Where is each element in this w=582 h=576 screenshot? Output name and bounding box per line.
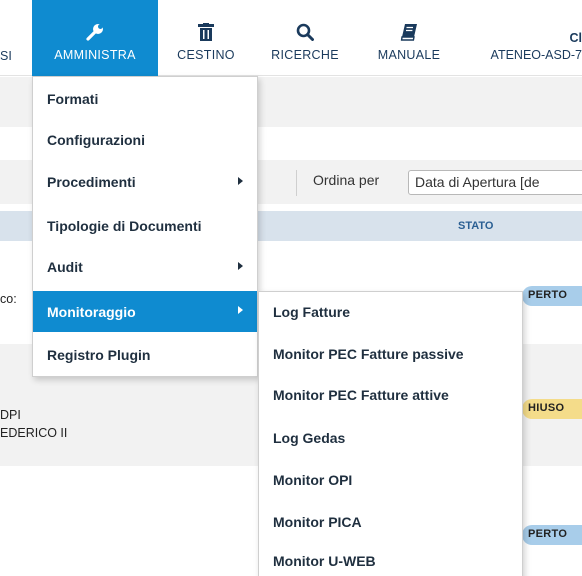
nav-item-ricerche[interactable]: RICERCHE xyxy=(262,0,348,76)
nav-item-amministra[interactable]: AMMINISTRA xyxy=(32,0,158,76)
menu-item-registro-plugin[interactable]: Registro Plugin xyxy=(33,335,257,375)
caret-right-icon xyxy=(238,177,243,185)
menu-item-label: Procedimenti xyxy=(47,174,136,190)
submenu-item-label: Log Fatture xyxy=(273,304,350,320)
amministra-dropdown-menu: Formati Configurazioni Procedimenti Tipo… xyxy=(32,76,258,377)
trash-icon xyxy=(198,22,214,42)
caret-right-icon xyxy=(238,306,243,314)
monitoraggio-submenu: Log Fatture Monitor PEC Fatture passive … xyxy=(258,291,523,576)
submenu-item-log-fatture[interactable]: Log Fatture xyxy=(259,292,522,332)
row-text-line1: DPI xyxy=(0,408,21,422)
sort-select[interactable]: Data di Apertura [de xyxy=(408,170,582,195)
submenu-item-label: Monitor PEC Fatture attive xyxy=(273,387,449,403)
nav-item-manuale[interactable]: MANUALE xyxy=(360,0,458,76)
status-badge: HIUSO xyxy=(522,399,582,419)
nav-item-cestino[interactable]: CESTINO xyxy=(164,0,248,76)
submenu-item-monitor-pec-fatture-attive[interactable]: Monitor PEC Fatture attive xyxy=(259,375,522,415)
nav-item-label: CESTINO xyxy=(177,48,235,62)
nav-item-label: AMMINISTRA xyxy=(54,48,136,62)
submenu-item-monitor-pec-fatture-passive[interactable]: Monitor PEC Fatture passive xyxy=(259,334,522,374)
nav-item-label: MANUALE xyxy=(377,48,441,62)
submenu-item-label: Log Gedas xyxy=(273,430,346,446)
user-name: Cl xyxy=(569,31,582,45)
menu-item-label: Configurazioni xyxy=(47,132,145,148)
user-area[interactable]: Cl ATENEO-ASD-7 xyxy=(474,30,582,64)
submenu-item-label: Monitor PICA xyxy=(273,514,362,530)
search-icon xyxy=(296,22,314,42)
menu-item-tipologie-di-documenti[interactable]: Tipologie di Documenti xyxy=(33,206,257,246)
wrench-icon xyxy=(85,22,105,42)
nav-item-partial-label[interactable]: SI xyxy=(0,49,12,63)
divider xyxy=(296,170,297,196)
column-header-stato[interactable]: STATO xyxy=(458,220,493,232)
row-text-fragment: co: xyxy=(0,292,17,306)
user-office: ATENEO-ASD-7 xyxy=(490,48,582,62)
submenu-item-label: Monitor U-WEB xyxy=(273,553,376,569)
sort-label: Ordina per xyxy=(313,172,380,188)
submenu-item-log-gedas[interactable]: Log Gedas xyxy=(259,418,522,458)
menu-item-label: Audit xyxy=(47,259,83,275)
nav-item-label: RICERCHE xyxy=(271,48,339,62)
menu-item-procedimenti[interactable]: Procedimenti xyxy=(33,162,257,202)
menu-item-label: Monitoraggio xyxy=(47,303,136,320)
caret-right-icon xyxy=(238,262,243,270)
submenu-item-label: Monitor OPI xyxy=(273,472,353,488)
submenu-item-monitor-pica[interactable]: Monitor PICA xyxy=(259,502,522,542)
row-text-line2: EDERICO II xyxy=(0,426,68,440)
menu-item-configurazioni[interactable]: Configurazioni xyxy=(33,120,257,160)
menu-item-monitoraggio[interactable]: Monitoraggio xyxy=(33,291,257,332)
book-icon xyxy=(400,22,418,42)
menu-item-label: Registro Plugin xyxy=(47,347,151,363)
menu-item-label: Tipologie di Documenti xyxy=(47,218,202,234)
status-badge: PERTO xyxy=(522,286,582,306)
submenu-item-monitor-u-web[interactable]: Monitor U-WEB xyxy=(259,541,522,576)
submenu-item-label: Monitor PEC Fatture passive xyxy=(273,346,464,362)
menu-item-label: Formati xyxy=(47,91,99,107)
submenu-item-monitor-opi[interactable]: Monitor OPI xyxy=(259,460,522,500)
menu-item-audit[interactable]: Audit xyxy=(33,247,257,287)
status-badge: PERTO xyxy=(522,525,582,545)
menu-item-formati[interactable]: Formati xyxy=(33,79,257,119)
